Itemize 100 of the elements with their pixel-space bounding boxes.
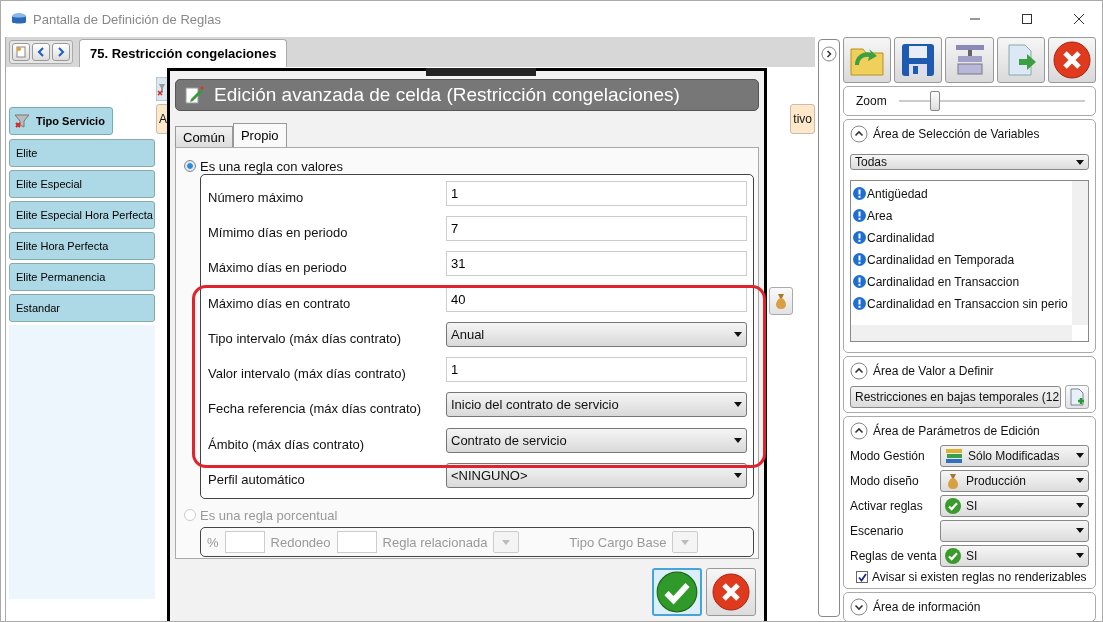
- caret-icon: [1076, 159, 1084, 165]
- field-label: Redondeo: [270, 534, 331, 550]
- ok-button[interactable]: [652, 568, 702, 616]
- funnel-icon: [156, 77, 168, 101]
- service-type-item[interactable]: Elite Especial Hora Perfecta: [9, 201, 155, 229]
- input-field[interactable]: 31: [446, 251, 747, 277]
- checkbox[interactable]: [856, 571, 868, 583]
- field-label: Tipo intervalo (máx días contrato): [208, 329, 403, 346]
- field-label: Tipo Cargo Base: [569, 534, 667, 550]
- dropdown[interactable]: <NINGUNO>: [446, 462, 747, 488]
- parameter-select[interactable]: Sólo Modificadas: [940, 444, 1089, 467]
- next-button[interactable]: [52, 43, 70, 61]
- check-icon: [656, 571, 698, 613]
- variable-item[interactable]: Antigüedad: [867, 186, 928, 201]
- caret-icon: [734, 402, 742, 408]
- radio-label: Es una regla con valores: [200, 158, 344, 174]
- field-label: Máximo días en contrato: [208, 294, 352, 311]
- chevron-left-icon: [37, 47, 45, 57]
- service-type-item[interactable]: Elite Hora Perfecta: [9, 232, 155, 260]
- info-icon: [853, 275, 866, 288]
- caret-icon: [1076, 478, 1084, 483]
- document-button[interactable]: [12, 43, 30, 61]
- close-icon: [1052, 41, 1091, 79]
- close-button[interactable]: [1047, 37, 1096, 83]
- books-icon: [945, 447, 963, 464]
- slider-thumb[interactable]: [930, 91, 941, 111]
- collapse-icon[interactable]: [850, 362, 868, 380]
- money-bag-button[interactable]: [769, 287, 793, 315]
- check-icon: [945, 497, 961, 514]
- caret-icon: [734, 331, 742, 337]
- collapse-icon[interactable]: [850, 422, 868, 440]
- field-label: Ámbito (máx días contrato): [208, 435, 366, 452]
- caret-icon: [734, 437, 742, 443]
- input-field[interactable]: 1: [446, 357, 747, 383]
- horizontal-scrollbar[interactable]: [851, 325, 1072, 341]
- zoom-label: Zoom: [856, 94, 887, 108]
- checkbox-label: Avisar si existen reglas no renderizables: [872, 570, 1087, 584]
- open-folder-button[interactable]: [843, 37, 892, 83]
- field-label: Mímimo días en periodo: [208, 224, 349, 241]
- variable-item[interactable]: Cardinalidad en Transaccion sin perio: [867, 296, 1068, 311]
- radio-button[interactable]: [184, 160, 196, 172]
- dropdown[interactable]: Contrato de servicio: [446, 427, 747, 453]
- variable-item[interactable]: Cardinalidad en Transaccion: [867, 274, 1020, 289]
- panel-title: Área de Valor a Definir: [873, 364, 994, 378]
- drag-handle[interactable]: [426, 68, 536, 76]
- parameter-select[interactable]: Producción: [940, 469, 1089, 492]
- service-type-item[interactable]: Elite: [9, 139, 155, 167]
- parameter-select[interactable]: [940, 519, 1089, 542]
- variable-item[interactable]: Cardinalidad: [867, 230, 935, 245]
- service-type-item[interactable]: Estandar: [9, 294, 155, 322]
- cancel-button[interactable]: [706, 568, 756, 616]
- service-type-item[interactable]: Elite Permanencia: [9, 263, 155, 291]
- panel-title: Área de información: [873, 600, 981, 614]
- dropdown[interactable]: Anual: [446, 321, 747, 347]
- dropdown[interactable]: Inicio del contrato de servicio: [446, 392, 747, 418]
- vertical-scrollbar[interactable]: [1072, 181, 1088, 325]
- money-bag-icon: [945, 471, 961, 490]
- input-field[interactable]: 7: [446, 216, 747, 242]
- document-icon: [15, 46, 27, 58]
- field-label: Perfil automático: [208, 470, 306, 487]
- input-field[interactable]: 1: [446, 181, 747, 206]
- expand-icon[interactable]: [850, 598, 868, 616]
- add-document-button[interactable]: [1065, 384, 1089, 409]
- filter-header-button[interactable]: Tipo Servicio: [9, 107, 113, 135]
- info-icon: [853, 209, 866, 222]
- collapse-icon[interactable]: [850, 125, 868, 143]
- panel-title: Área de Parámetros de Edición: [873, 424, 1040, 438]
- caret-icon: [1076, 453, 1084, 458]
- input-field[interactable]: 40: [446, 286, 747, 312]
- field-label: Valor intervalo (máx días contrato): [208, 365, 407, 382]
- column-header[interactable]: tivo: [790, 104, 815, 134]
- parameter-label: Reglas de venta: [850, 548, 936, 563]
- value-select[interactable]: Restricciones en bajas temporales (12: [850, 385, 1061, 408]
- document-tab[interactable]: 75. Restricción congelaciones: [79, 39, 288, 67]
- service-type-item[interactable]: Elite Especial: [9, 170, 155, 198]
- funnel-icon: [14, 113, 30, 129]
- radio-label: Es una regla porcentual: [200, 507, 338, 523]
- field-label: Regla relacionada: [382, 534, 488, 550]
- info-icon: [853, 187, 866, 200]
- dialog-title: Edición avanzada de celda (Restricción congelaciones): [214, 84, 680, 106]
- dialog-tab[interactable]: Común: [175, 126, 233, 147]
- parameter-label: Modo diseño: [850, 473, 920, 488]
- chevron-right-icon[interactable]: [821, 46, 837, 62]
- field-label: %: [207, 534, 219, 550]
- caret-icon: [734, 472, 742, 478]
- info-icon: [853, 231, 866, 244]
- variable-item[interactable]: Cardinalidad en Temporada: [867, 252, 1015, 267]
- parameter-label: Escenario: [850, 523, 905, 538]
- variable-item[interactable]: Area: [867, 208, 893, 223]
- dialog-tab[interactable]: Propio: [232, 123, 287, 147]
- save-button[interactable]: [894, 37, 943, 83]
- close-icon: [712, 573, 750, 611]
- filter-select[interactable]: Todas: [850, 154, 1089, 170]
- parameter-select[interactable]: SI: [940, 544, 1089, 567]
- parameter-select[interactable]: SI: [940, 494, 1089, 517]
- money-bag-icon: [773, 292, 789, 310]
- press-button[interactable]: [945, 37, 994, 83]
- field-label: Número máximo: [208, 189, 305, 205]
- notepad-pencil-icon: [184, 85, 204, 105]
- previous-button[interactable]: [32, 43, 50, 61]
